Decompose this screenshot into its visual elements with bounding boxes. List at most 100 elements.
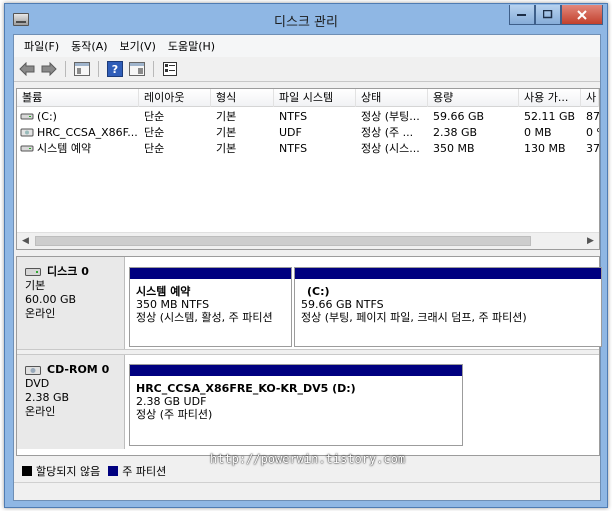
column-type[interactable]: 형식 bbox=[211, 89, 274, 107]
arrow-left-icon bbox=[19, 62, 35, 76]
back-button[interactable] bbox=[18, 60, 36, 78]
partition-name: HRC_CCSA_X86FRE_KO-KR_DV5 (D:) bbox=[136, 382, 356, 395]
maximize-button[interactable] bbox=[535, 5, 561, 25]
cell-status: 정상 (시스... bbox=[361, 142, 420, 155]
watermark: http://powerwin.tistory.com bbox=[210, 452, 406, 466]
disk-0-name: 디스크 0 bbox=[47, 265, 89, 278]
cell-filesystem: UDF bbox=[279, 126, 302, 139]
cell-free-space: 52.11 GB bbox=[524, 110, 576, 123]
forward-button[interactable] bbox=[40, 60, 58, 78]
minimize-icon bbox=[517, 13, 526, 16]
partition-name: (C:) bbox=[307, 285, 330, 298]
cdrom-0-name: CD-ROM 0 bbox=[47, 363, 110, 376]
partition-system-reserved[interactable]: 시스템 예약 350 MB NTFS 정상 (시스템, 활성, 주 파티션 bbox=[129, 267, 292, 347]
menu-action[interactable]: 동작(A) bbox=[65, 38, 113, 54]
menu-file[interactable]: 파일(F) bbox=[18, 38, 65, 54]
svg-text:?: ? bbox=[112, 63, 118, 76]
cell-percent-free: 37 bbox=[586, 142, 599, 155]
table-row[interactable]: HRC_CCSA_X86F... 단순 기본 UDF 정상 (주 ... 2.3… bbox=[17, 125, 599, 141]
disk-0-label[interactable]: 디스크 0 기본 60.00 GB 온라인 bbox=[17, 257, 125, 349]
minimize-button[interactable] bbox=[509, 5, 535, 25]
cell-status: 정상 (주 ... bbox=[361, 126, 414, 139]
toolbar-separator bbox=[65, 61, 66, 77]
cell-filesystem: NTFS bbox=[279, 142, 308, 155]
menu-bar: 파일(F) 동작(A) 보기(V) 도움말(H) bbox=[14, 35, 600, 57]
column-percent-free[interactable]: 사 bbox=[581, 89, 599, 107]
cell-status: 정상 (부팅... bbox=[361, 110, 420, 123]
legend-unallocated: 할당되지 않음 bbox=[36, 465, 101, 478]
disk-0-type: 기본 bbox=[25, 279, 46, 292]
cell-type: 기본 bbox=[216, 126, 237, 139]
properties-button[interactable] bbox=[128, 60, 146, 78]
scroll-right-icon[interactable]: ▶ bbox=[582, 233, 599, 249]
cdrom-icon bbox=[20, 125, 36, 141]
drive-icon bbox=[20, 109, 36, 125]
close-icon bbox=[577, 9, 587, 20]
cell-type: 기본 bbox=[216, 110, 237, 123]
cell-type: 기본 bbox=[216, 142, 237, 155]
menu-view[interactable]: 보기(V) bbox=[114, 38, 162, 54]
settings-button[interactable] bbox=[161, 60, 179, 78]
horizontal-scrollbar[interactable]: ◀ ▶ bbox=[17, 232, 599, 249]
cell-volume: 시스템 예약 bbox=[37, 142, 92, 155]
cell-volume: (C:) bbox=[37, 110, 57, 123]
table-row[interactable]: (C:) 단순 기본 NTFS 정상 (부팅... 59.66 GB 52.11… bbox=[17, 109, 599, 125]
hard-disk-icon bbox=[25, 268, 41, 276]
properties-icon bbox=[129, 62, 145, 76]
help-button[interactable]: ? bbox=[106, 60, 124, 78]
volume-list-header: 볼륨 레이아웃 형식 파일 시스템 상태 용량 사용 가... 사 bbox=[17, 89, 599, 107]
cell-filesystem: NTFS bbox=[279, 110, 308, 123]
scroll-left-icon[interactable]: ◀ bbox=[17, 233, 34, 249]
primary-partition-bar bbox=[130, 365, 462, 376]
cell-capacity: 59.66 GB bbox=[433, 110, 485, 123]
cdrom-0-label[interactable]: CD-ROM 0 DVD 2.38 GB 온라인 bbox=[17, 355, 125, 449]
status-bar bbox=[14, 482, 600, 500]
cdrom-0-type: DVD bbox=[25, 377, 50, 390]
partition-name: 시스템 예약 bbox=[136, 285, 191, 298]
menu-help[interactable]: 도움말(H) bbox=[162, 38, 221, 54]
disk-0-size: 60.00 GB bbox=[25, 293, 77, 306]
cdrom-0-size: 2.38 GB bbox=[25, 391, 70, 404]
cell-volume: HRC_CCSA_X86F... bbox=[37, 126, 138, 139]
column-free-space[interactable]: 사용 가... bbox=[519, 89, 581, 107]
console-tree-icon bbox=[74, 62, 90, 76]
volume-list: 볼륨 레이아웃 형식 파일 시스템 상태 용량 사용 가... 사 (C:) 단… bbox=[16, 88, 600, 250]
cell-percent-free: 0 % bbox=[586, 126, 599, 139]
partition-status: 정상 (부팅, 페이지 파일, 크래시 덤프, 주 파티션) bbox=[301, 311, 527, 324]
cdrom-drive-icon bbox=[25, 366, 41, 375]
scroll-thumb[interactable] bbox=[35, 236, 531, 246]
cell-capacity: 350 MB bbox=[433, 142, 475, 155]
partition-d-drive[interactable]: HRC_CCSA_X86FRE_KO-KR_DV5 (D:) 2.38 GB U… bbox=[129, 364, 463, 446]
primary-partition-swatch bbox=[108, 466, 119, 476]
disk-graphical-view: 디스크 0 기본 60.00 GB 온라인 시스템 예약 350 MB NTFS… bbox=[16, 256, 602, 456]
cell-layout: 단순 bbox=[144, 142, 165, 155]
column-layout[interactable]: 레이아웃 bbox=[139, 89, 211, 107]
title-bar[interactable]: 디스크 관리 bbox=[5, 4, 607, 34]
cell-free-space: 0 MB bbox=[524, 126, 552, 139]
partition-c-drive[interactable]: (C:) 59.66 GB NTFS 정상 (부팅, 페이지 파일, 크래시 덤… bbox=[294, 267, 602, 347]
cell-percent-free: 87 bbox=[586, 110, 599, 123]
disk-management-window: 디스크 관리 파일(F) 동작(A) 보기(V) 도움말(H) ? 볼륨 레이아… bbox=[4, 3, 608, 508]
column-filesystem[interactable]: 파일 시스템 bbox=[274, 89, 356, 107]
column-capacity[interactable]: 용량 bbox=[428, 89, 519, 107]
partition-detail: 350 MB NTFS bbox=[136, 298, 210, 311]
show-hide-tree-button[interactable] bbox=[73, 60, 91, 78]
cdrom-0-status: 온라인 bbox=[25, 405, 56, 418]
disk-0-status: 온라인 bbox=[25, 307, 56, 320]
table-row[interactable]: 시스템 예약 단순 기본 NTFS 정상 (시스... 350 MB 130 M… bbox=[17, 141, 599, 157]
client-area: 파일(F) 동작(A) 보기(V) 도움말(H) ? 볼륨 레이아웃 형식 파일… bbox=[13, 34, 602, 501]
arrow-right-icon bbox=[41, 62, 57, 76]
partition-status: 정상 (주 파티션) bbox=[136, 408, 213, 421]
drive-icon bbox=[20, 141, 36, 157]
column-volume[interactable]: 볼륨 bbox=[17, 89, 139, 107]
unallocated-swatch bbox=[22, 466, 32, 476]
partition-detail: 2.38 GB UDF bbox=[136, 395, 207, 408]
toolbar: ? bbox=[14, 57, 600, 82]
legend-primary: 주 파티션 bbox=[122, 465, 167, 478]
column-status[interactable]: 상태 bbox=[356, 89, 428, 107]
cell-layout: 단순 bbox=[144, 110, 165, 123]
toolbar-separator bbox=[98, 61, 99, 77]
help-icon: ? bbox=[107, 61, 123, 77]
cell-free-space: 130 MB bbox=[524, 142, 566, 155]
close-button[interactable] bbox=[561, 5, 603, 25]
